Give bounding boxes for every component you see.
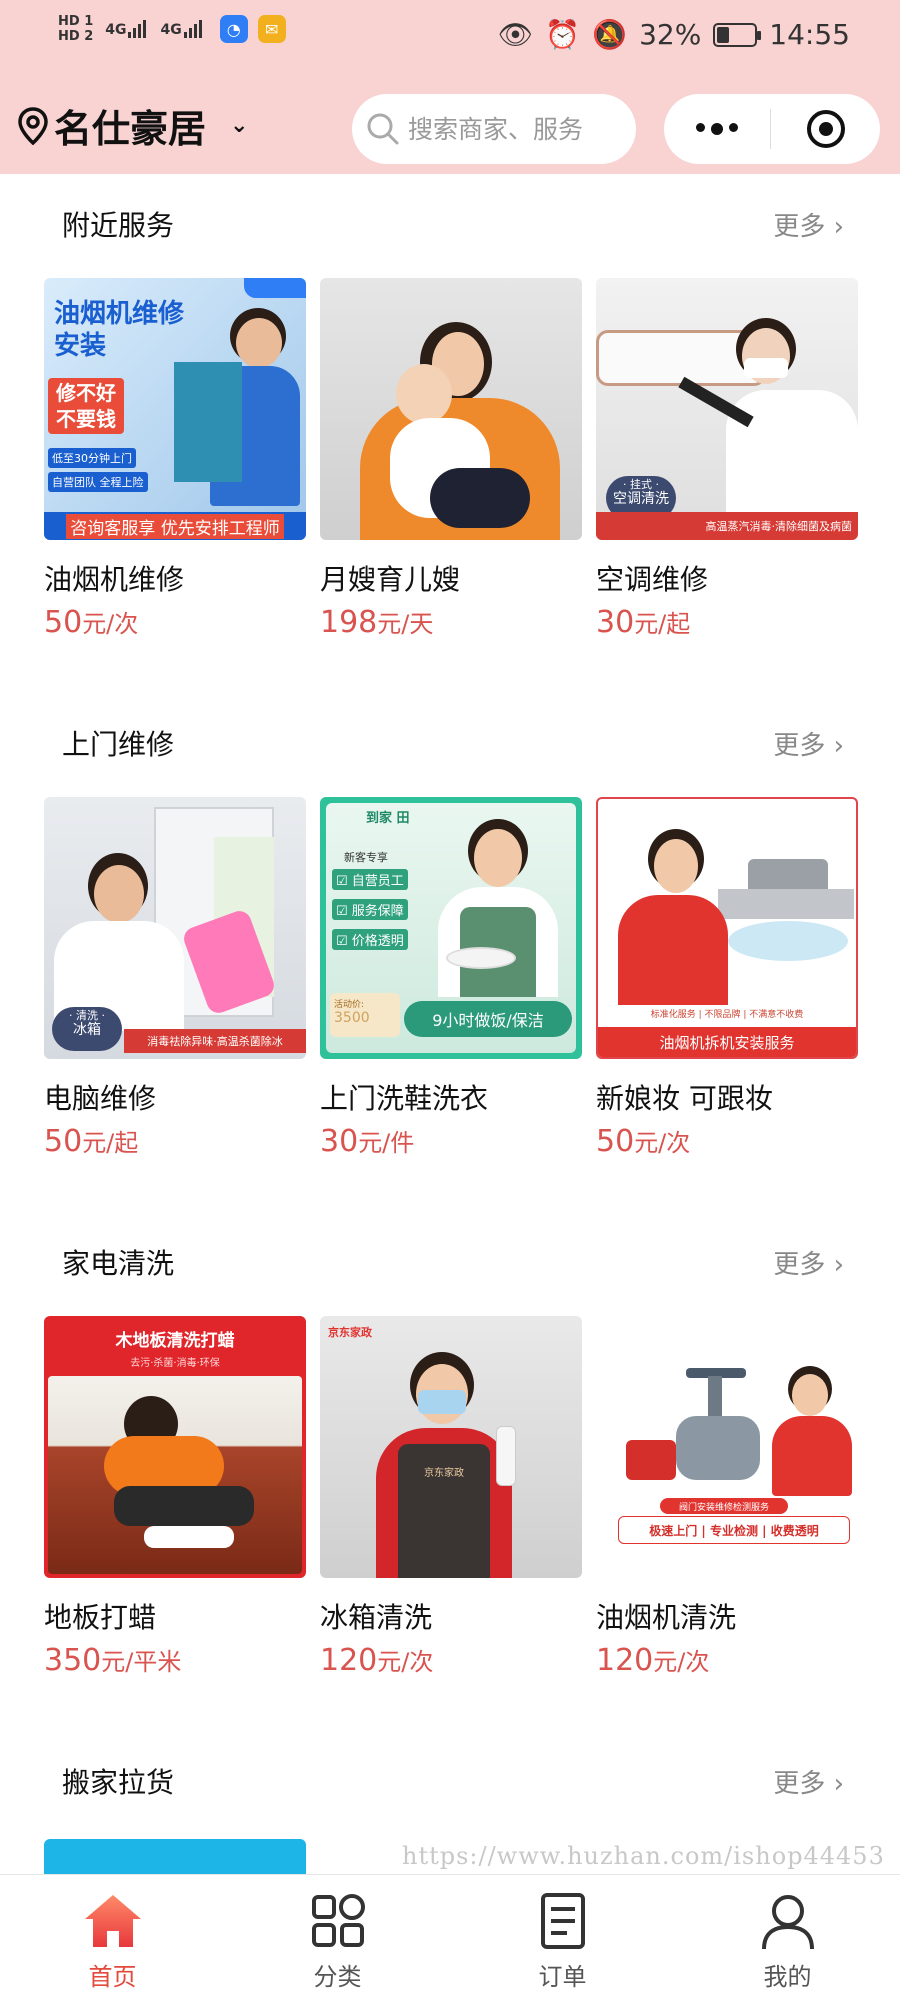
service-name: 油烟机维修: [44, 563, 185, 596]
service-name: 新娘妆 可跟妆: [596, 1082, 773, 1115]
service-card[interactable]: 木地板清洗打蜡 去污·杀菌·消毒·环保 地板打蜡 350元/平米: [44, 1316, 306, 1678]
more-menu-button[interactable]: [664, 123, 770, 135]
service-price: 350元/平米: [44, 1643, 182, 1678]
mute-icon: 🔕: [592, 18, 628, 51]
service-card[interactable]: 京东家政 京东家政 冰箱清洗 120元/次: [320, 1316, 582, 1678]
section-title: 搬家拉货: [62, 1766, 175, 1799]
section-appliance-cleaning: 家电清洗 更多 › 木地板清洗打蜡 去污·杀菌·消毒·环保 地板打蜡 350元/…: [0, 1234, 900, 1714]
section-nearby: 附近服务 更多 › 油烟机维修 安装 修不好 不要钱 低至30分钟上门 自营团队…: [0, 196, 900, 676]
network2-label: 4G: [160, 22, 182, 38]
sim2-label: HD 2: [58, 29, 94, 44]
tab-label: 首页: [88, 1963, 137, 1991]
section-title: 家电清洗: [62, 1247, 175, 1280]
service-thumbnail: 油烟机维修 安装 修不好 不要钱 低至30分钟上门 自营团队 全程上险 咨询客服…: [44, 278, 306, 540]
mini-program-capsule: [664, 94, 880, 164]
service-card[interactable]: · 挂式 · 空调清洗 高温蒸汽消毒·清除细菌及病菌 空调维修 30元/起: [596, 278, 858, 640]
service-thumbnail: 木地板清洗打蜡 去污·杀菌·消毒·环保: [44, 1316, 306, 1578]
battery-icon: [713, 22, 762, 47]
tab-category[interactable]: 分类: [225, 1875, 450, 2000]
service-name: 空调维修: [596, 563, 709, 596]
service-thumbnail: 标准化服务 | 不限品牌 | 不满意不收费 油烟机拆机安装服务: [596, 797, 858, 1059]
search-bar[interactable]: [352, 94, 636, 164]
service-price: 198元/天: [320, 605, 434, 640]
section-more-link[interactable]: 更多 ›: [773, 1763, 844, 1800]
section-more-link[interactable]: 更多 ›: [773, 1244, 844, 1281]
app-notification-icon: ◔: [219, 15, 248, 43]
sim1-label: HD 1: [58, 14, 94, 29]
alarm-icon: ⏰: [545, 18, 581, 51]
service-name: 地板打蜡: [44, 1601, 157, 1634]
service-name: 油烟机清洗: [596, 1601, 737, 1634]
section-more-link[interactable]: 更多 ›: [773, 206, 844, 243]
service-price: 120元/次: [596, 1643, 710, 1678]
location-pin-icon: [18, 106, 48, 145]
grid-icon: [306, 1889, 370, 1953]
tab-label: 分类: [313, 1963, 362, 1991]
service-thumbnail[interactable]: [44, 1839, 306, 1874]
tab-orders[interactable]: 订单: [450, 1875, 675, 2000]
service-thumbnail: 到家 田 新客专享 ☑ 自营员工 ☑ 服务保障 ☑ 价格透明 活动价: 3500…: [320, 797, 582, 1059]
status-bar: HD 1 HD 2 4G 4G ◔ ✉ 👁 ⏰ 🔕 32% 14:55: [0, 0, 900, 80]
service-price: 50元/起: [44, 1124, 139, 1159]
section-title: 附近服务: [62, 209, 175, 242]
service-thumbnail: · 挂式 · 空调清洗 高温蒸汽消毒·清除细菌及病菌: [596, 278, 858, 540]
section-title: 上门维修: [62, 728, 175, 761]
service-card[interactable]: 标准化服务 | 不限品牌 | 不满意不收费 油烟机拆机安装服务 新娘妆 可跟妆 …: [596, 797, 858, 1159]
service-name: 电脑维修: [44, 1082, 157, 1115]
eye-icon: 👁: [497, 18, 534, 51]
tab-label: 我的: [763, 1963, 812, 1991]
network1-label: 4G: [105, 22, 127, 38]
search-input[interactable]: [408, 114, 628, 144]
service-thumbnail: [320, 278, 582, 540]
service-thumbnail: 阀门安装维修检测服务 极速上门 | 专业检测 | 收费透明: [596, 1316, 858, 1578]
order-icon: [531, 1889, 595, 1953]
location-name: 名仕豪居: [54, 107, 207, 151]
close-program-button[interactable]: [771, 110, 880, 148]
thumb-headline: 油烟机维修 安装: [54, 299, 185, 361]
service-card[interactable]: 到家 田 新客专享 ☑ 自营员工 ☑ 服务保障 ☑ 价格透明 活动价: 3500…: [320, 797, 582, 1159]
service-name: 冰箱清洗: [320, 1601, 433, 1634]
search-icon: [367, 113, 399, 145]
section-home-repair: 上门维修 更多 › · 清洗 · 冰箱 消毒祛除异味·高温杀菌除冰 电脑维修 5…: [0, 715, 900, 1195]
service-card[interactable]: 阀门安装维修检测服务 极速上门 | 专业检测 | 收费透明 油烟机清洗 120元…: [596, 1316, 858, 1678]
tab-label: 订单: [538, 1963, 587, 1991]
service-price: 30元/起: [596, 605, 691, 640]
service-thumbnail: 京东家政 京东家政: [320, 1316, 582, 1578]
service-price: 50元/次: [44, 605, 139, 640]
tab-home[interactable]: 首页: [0, 1875, 225, 2000]
service-price: 50元/次: [596, 1124, 691, 1159]
service-name: 上门洗鞋洗衣: [320, 1082, 489, 1115]
service-name: 月嫂育儿嫂: [320, 563, 461, 596]
user-icon: [756, 1889, 820, 1953]
section-more-link[interactable]: 更多 ›: [773, 725, 844, 762]
tab-profile[interactable]: 我的: [675, 1875, 900, 2000]
service-card[interactable]: · 清洗 · 冰箱 消毒祛除异味·高温杀菌除冰 电脑维修 50元/起: [44, 797, 306, 1159]
service-price: 120元/次: [320, 1643, 434, 1678]
header: 名仕豪居 ⌄: [0, 86, 900, 166]
mail-notification-icon: ✉: [257, 15, 286, 43]
sim-indicator: HD 1 HD 2: [58, 14, 93, 44]
watermark: https://www.huzhan.com/ishop44453: [402, 1842, 885, 1870]
service-thumbnail: · 清洗 · 冰箱 消毒祛除异味·高温杀菌除冰: [44, 797, 306, 1059]
clock: 14:55: [769, 18, 850, 51]
service-price: 30元/件: [320, 1124, 415, 1159]
service-card[interactable]: 月嫂育儿嫂 198元/天: [320, 278, 582, 640]
target-icon: [806, 110, 845, 148]
signal-icon: 4G: [105, 20, 147, 38]
battery-percent: 32%: [639, 18, 702, 51]
location-selector[interactable]: 名仕豪居 ⌄: [18, 98, 248, 153]
bottom-tab-bar: 首页 分类 订单 我的: [0, 1874, 900, 2000]
chevron-down-icon: ⌄: [230, 113, 249, 138]
signal-icon-2: 4G: [160, 20, 202, 38]
home-icon: [81, 1889, 145, 1953]
service-card[interactable]: 油烟机维修 安装 修不好 不要钱 低至30分钟上门 自营团队 全程上险 咨询客服…: [44, 278, 306, 640]
top-bar: HD 1 HD 2 4G 4G ◔ ✉ 👁 ⏰ 🔕 32% 14:55 名仕豪居…: [0, 0, 900, 174]
